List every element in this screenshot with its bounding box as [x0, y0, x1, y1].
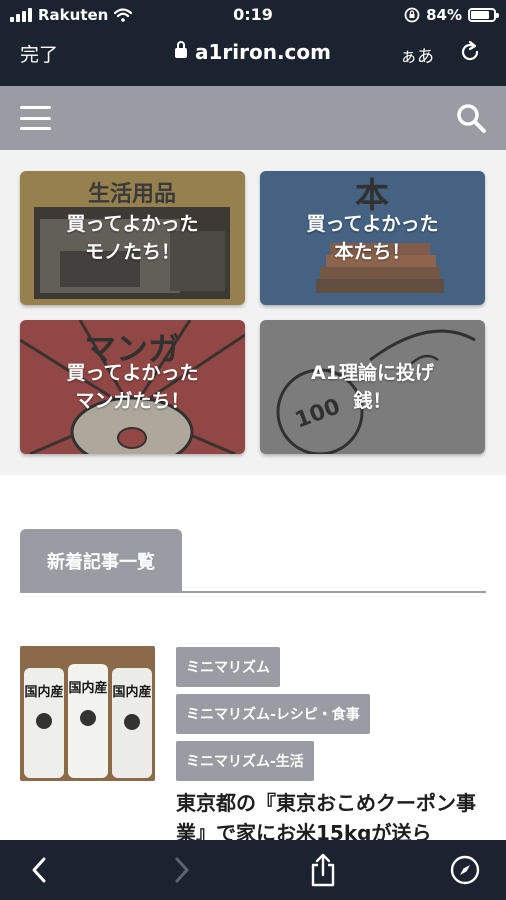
category-grid: 生活用品 買ってよかった モノたち！ 本 買ってよかった 本たち！ マンガ 買っ…	[0, 150, 506, 475]
reload-icon[interactable]	[458, 40, 482, 64]
lock-icon	[174, 41, 187, 58]
tag-minimalism[interactable]: ミニマリズム	[176, 647, 280, 687]
hamburger-icon[interactable]	[20, 106, 51, 130]
chevron-left-icon[interactable]	[21, 852, 57, 888]
share-icon[interactable]	[305, 852, 341, 888]
browser-screen: Rakuten 0:19 84% 完了 a1riron.com ぁあ 生活用品 …	[0, 0, 506, 900]
tag-minimalism-life[interactable]: ミニマリズム-生活	[176, 741, 314, 781]
category-label: 買ってよかった 本たち！	[306, 213, 439, 263]
chevron-right-icon[interactable]	[164, 852, 200, 888]
browser-toolbar	[0, 840, 506, 900]
search-icon[interactable]	[455, 102, 487, 134]
category-card-manga[interactable]: マンガ 買ってよかった マンガたち！	[20, 320, 245, 454]
section-title-tab: 新着記事一覧	[20, 529, 182, 592]
url-text: a1riron.com	[194, 40, 331, 64]
site-header	[0, 86, 506, 150]
category-card-donation[interactable]: 100 A1理論に投げ 銭！	[260, 320, 485, 454]
battery-percent: 84%	[426, 6, 462, 24]
article-thumbnail[interactable]: 国内産 国内産 国内産	[20, 646, 155, 781]
battery-icon	[468, 8, 499, 22]
orientation-lock-icon	[404, 7, 420, 23]
status-right: 84%	[404, 6, 499, 24]
category-label: A1理論に投げ 銭！	[311, 362, 434, 412]
rice-bags-image: 国内産 国内産 国内産	[20, 646, 155, 781]
section-divider	[20, 591, 486, 593]
svg-text:国内産: 国内産	[24, 684, 63, 700]
category-card-books[interactable]: 本 買ってよかった 本たち！	[260, 171, 485, 305]
category-label: 買ってよかった モノたち！	[66, 213, 199, 263]
url-bar: 完了 a1riron.com ぁあ	[0, 34, 506, 74]
article-title[interactable]: 東京都の『東京おこめクーポン事業』で家にお米15kgが送ら	[176, 788, 486, 848]
tag-minimalism-recipe[interactable]: ミニマリズム-レシピ・食事	[176, 694, 370, 734]
browser-top-chrome: Rakuten 0:19 84% 完了 a1riron.com ぁあ	[0, 0, 506, 86]
category-label: 買ってよかった マンガたち！	[66, 362, 199, 412]
status-bar: Rakuten 0:19 84%	[0, 0, 506, 30]
svg-text:国内産: 国内産	[112, 684, 151, 700]
category-card-goods[interactable]: 生活用品 買ってよかった モノたち！	[20, 171, 245, 305]
text-size-button[interactable]: ぁあ	[400, 42, 434, 67]
compass-icon[interactable]	[447, 852, 483, 888]
svg-text:国内産: 国内産	[68, 680, 107, 696]
